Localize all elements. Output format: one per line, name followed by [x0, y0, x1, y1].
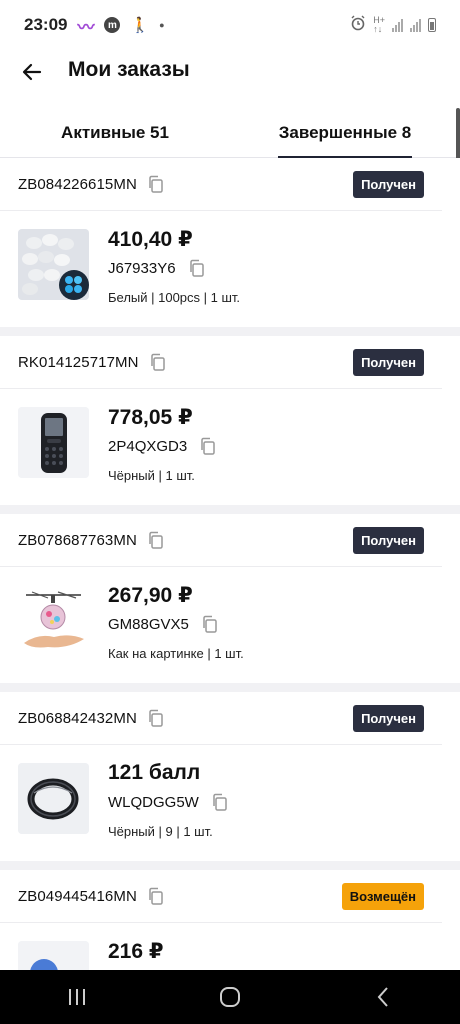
order-sku: 2P4QXGD3: [108, 437, 188, 455]
copy-icon[interactable]: [188, 259, 206, 277]
copy-icon[interactable]: [201, 615, 219, 633]
status-badge: Получен: [353, 526, 424, 554]
battery-icon: [428, 18, 436, 32]
order-price: 267,90 ₽: [108, 584, 193, 607]
status-badge: Возмещён: [341, 882, 424, 910]
order-id: ZB084226615MN: [18, 175, 137, 193]
copy-icon[interactable]: [147, 709, 165, 727]
order-id: RK014125717MN: [18, 353, 139, 371]
signal-icon: [392, 18, 403, 32]
order-sku: GM88GVX5: [108, 615, 189, 633]
blue-item-image[interactable]: [18, 941, 89, 970]
tab-completed[interactable]: Завершенные 8: [230, 108, 460, 158]
copy-icon[interactable]: [199, 437, 217, 455]
copy-icon[interactable]: [147, 175, 165, 193]
app-header: Мои заказы: [0, 50, 460, 94]
arrow-left-icon[interactable]: [20, 60, 44, 84]
order-card[interactable]: RK014125717MN Получен 778,05 ₽ 2P4QXGD3 …: [0, 336, 460, 514]
order-price: 410,40 ₽: [108, 228, 193, 251]
copy-icon[interactable]: [211, 793, 229, 811]
copy-icon[interactable]: [147, 887, 165, 905]
orders-list[interactable]: ZB084226615MN Получен 410,40 ₽ J67933Y6 …: [0, 158, 460, 970]
status-bar: 23:09 〰 m 🚶 ● H+ ↑↓: [0, 0, 460, 50]
order-price: 121 балл: [108, 761, 201, 784]
glow-stones-image[interactable]: [18, 229, 89, 300]
tab-active[interactable]: Активные 51: [0, 108, 230, 157]
status-time: 23:09: [24, 15, 68, 34]
order-variant: Чёрный | 9 | 1 шт.: [108, 824, 213, 839]
order-card[interactable]: ZB068842432MN Получен 121 балл WLQDGG5W: [0, 692, 460, 870]
system-nav-bar: [0, 970, 460, 1024]
order-variant: Белый | 100pcs | 1 шт.: [108, 290, 241, 305]
ring-image[interactable]: [18, 763, 89, 834]
order-card[interactable]: ZB078687763MN Получен 267,90 ₽ GM88GVX5 …: [0, 514, 460, 692]
walking-icon: 🚶: [130, 17, 150, 34]
page-title: Мои заказы: [68, 58, 190, 81]
order-price: 216 ₽: [108, 940, 164, 963]
order-sku: WLQDGG5W: [108, 793, 199, 811]
order-sku: J67933Y6: [108, 259, 176, 277]
order-variant: Чёрный | 1 шт.: [108, 468, 195, 483]
wifi-icon: H+ ↑↓: [373, 15, 385, 34]
order-id: ZB078687763MN: [18, 531, 137, 549]
copy-icon[interactable]: [147, 531, 165, 549]
order-tabs: Активные 51 Завершенные 8: [0, 108, 460, 158]
flying-ball-image[interactable]: [18, 585, 89, 656]
order-price: 778,05 ₽: [108, 406, 193, 429]
signal-icon: [410, 18, 421, 32]
order-variant: Как на картинке | 1 шт.: [108, 646, 244, 661]
order-card[interactable]: ZB049445416MN Возмещён 216 ₽: [0, 870, 460, 970]
back-chevron-icon[interactable]: [363, 982, 403, 1012]
order-card[interactable]: ZB084226615MN Получен 410,40 ₽ J67933Y6 …: [0, 158, 460, 336]
order-id: ZB068842432MN: [18, 709, 137, 727]
copy-icon[interactable]: [149, 353, 167, 371]
status-badge: Получен: [353, 170, 424, 198]
dot-icon: ●: [159, 20, 165, 30]
m-app-icon: m: [104, 17, 121, 33]
mini-phone-image[interactable]: [18, 407, 89, 478]
status-badge: Получен: [353, 704, 424, 732]
order-id: ZB049445416MN: [18, 887, 137, 905]
home-icon[interactable]: [210, 982, 250, 1012]
recent-apps-icon[interactable]: [57, 982, 97, 1012]
alarm-icon: [350, 15, 366, 36]
status-badge: Получен: [353, 348, 424, 376]
purple-wave-icon: 〰: [77, 17, 95, 37]
